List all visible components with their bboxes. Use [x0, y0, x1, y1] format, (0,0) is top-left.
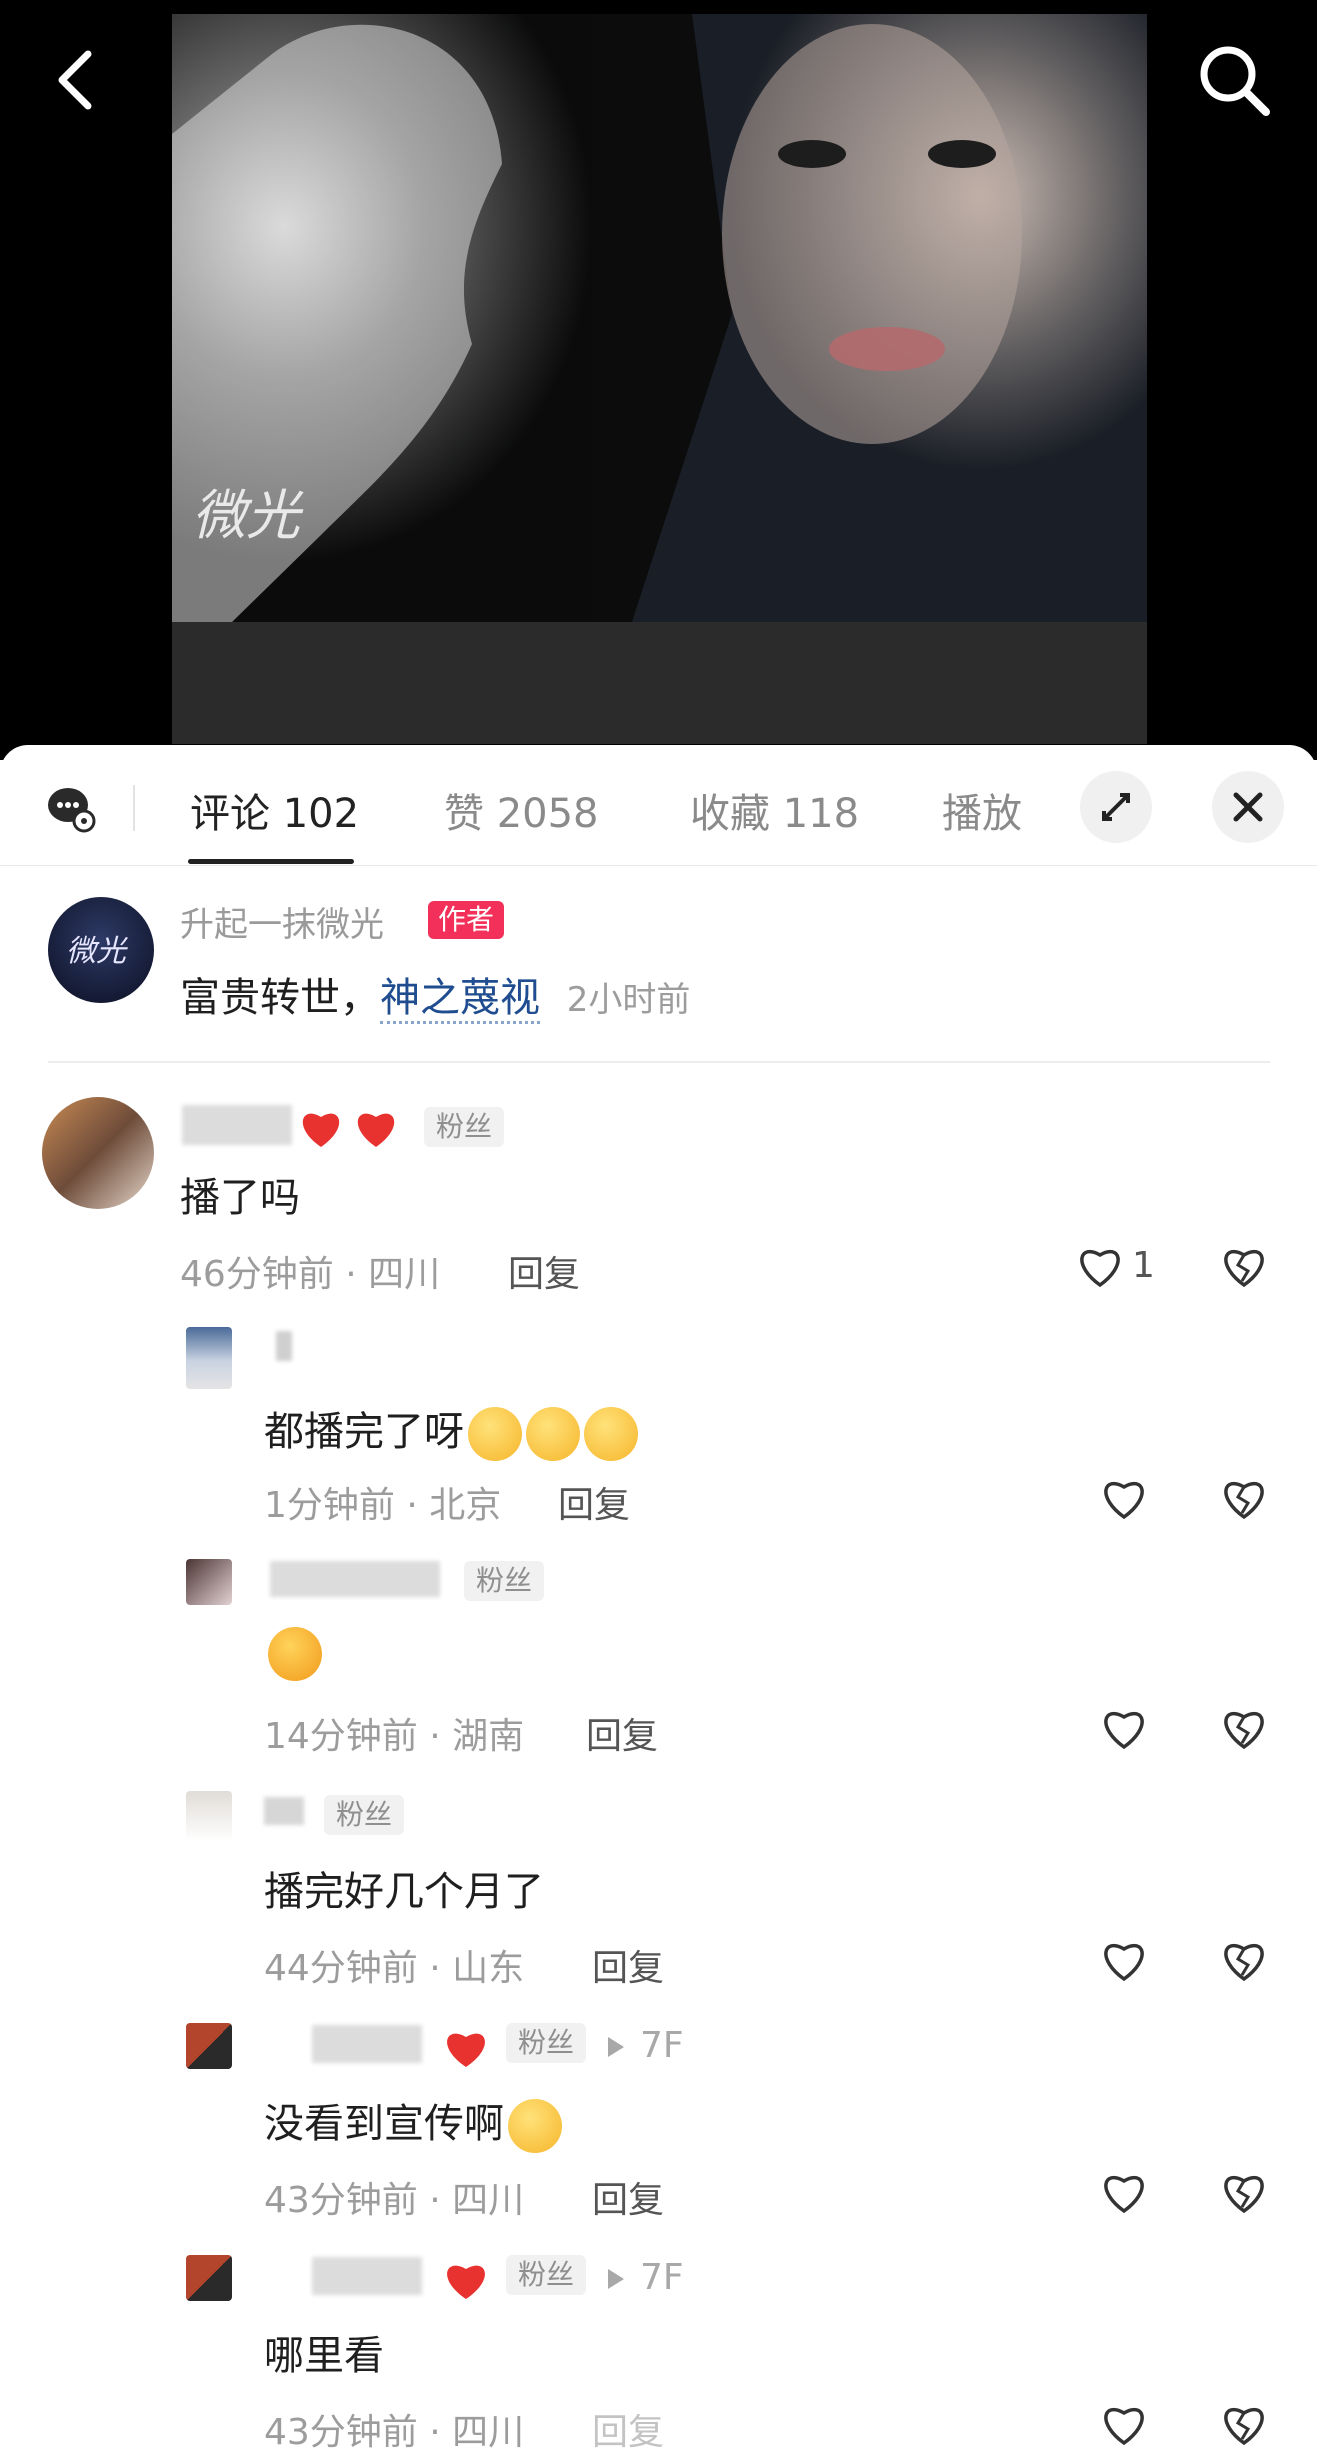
author-avatar[interactable]: 微光 [48, 897, 154, 1003]
tab-favorites[interactable]: 收藏 118 [690, 781, 859, 839]
floor-label: 7F [640, 2257, 684, 2298]
blurred-username[interactable] [276, 1331, 292, 1361]
fan-badge: 粉丝 [506, 2255, 587, 2295]
commenter-avatar[interactable] [42, 1097, 154, 1209]
fan-badge: 粉丝 [324, 1795, 405, 1835]
reply-avatar[interactable] [186, 2023, 232, 2069]
reply-text: 都播完了呀 [264, 1399, 638, 1461]
section-divider [48, 1061, 1270, 1063]
dislike-broken-heart-icon[interactable] [1218, 2399, 1270, 2449]
chevron-left-icon [58, 50, 92, 110]
blurred-username[interactable] [270, 1561, 440, 1597]
reply-button[interactable]: 回复 [586, 1707, 658, 1759]
reply-meta: 1分钟前 · 北京 [264, 1485, 502, 1526]
reply-avatar[interactable] [186, 1559, 232, 1605]
reply-meta: 44分钟前 · 山东 [264, 1948, 525, 1989]
reply-meta: 14分钟前 · 湖南 [264, 1716, 525, 1757]
reply-avatar[interactable] [186, 2255, 232, 2301]
reply-avatar[interactable] [186, 1327, 232, 1389]
tab-bar: 评论 102 赞 2058 收藏 118 播放 [0, 745, 1317, 866]
reply-meta: 43分钟前 · 四川 [264, 2412, 525, 2453]
like-heart-icon[interactable] [1098, 1703, 1150, 1753]
dislike-broken-heart-icon[interactable] [1218, 1473, 1270, 1523]
watermark-text: 微光 [192, 484, 304, 547]
svg-text:微光: 微光 [66, 934, 128, 969]
reply-button[interactable]: 回复 [558, 1476, 630, 1528]
dizzy-face-emoji [508, 2099, 562, 2153]
like-heart-icon[interactable] [1098, 1935, 1150, 1985]
comment-settings-icon[interactable] [46, 783, 98, 835]
search-icon [1200, 46, 1270, 116]
reply-text: 没看到宣传啊 [264, 2091, 562, 2153]
tab-plays[interactable]: 播放 [942, 781, 1022, 839]
heart-emoji-icon [302, 1113, 395, 1147]
crying-face-emoji [526, 1407, 580, 1461]
crying-face-emoji [584, 1407, 638, 1461]
play-triangle-icon [608, 2269, 624, 2289]
heart-emoji-icon [447, 2033, 485, 2067]
video-header: 微光 [0, 0, 1317, 760]
tab-comments[interactable]: 评论 102 [190, 781, 359, 839]
tab-divider [133, 785, 135, 831]
crying-face-emoji [468, 1407, 522, 1461]
author-name[interactable]: 升起一抹微光 [180, 897, 384, 946]
dislike-broken-heart-icon[interactable] [1218, 1241, 1270, 1291]
search-button[interactable] [1190, 36, 1280, 126]
topic-link[interactable]: 神之蔑视 [380, 975, 540, 1024]
reply-button[interactable]: 回复 [508, 1245, 580, 1297]
heart-emoji-icon [447, 2265, 485, 2299]
tab-likes[interactable]: 赞 2058 [444, 781, 599, 839]
blurred-username[interactable] [264, 1797, 304, 1825]
like-count: 1 [1132, 1245, 1155, 1286]
active-tab-indicator [188, 859, 354, 864]
dislike-broken-heart-icon[interactable] [1218, 1703, 1270, 1753]
author-badge: 作者 [428, 901, 505, 939]
author-comment-time: 2小时前 [566, 980, 691, 1020]
video-frame: 微光 [172, 14, 1147, 622]
reply-text-content: 没看到宣传啊 [264, 2101, 504, 2147]
like-heart-icon[interactable] [1098, 2167, 1150, 2217]
comment-meta: 46分钟前 · 四川 [180, 1254, 441, 1295]
play-triangle-icon [608, 2037, 624, 2057]
video-player[interactable]: 微光 [172, 14, 1147, 744]
like-heart-icon[interactable] [1074, 1241, 1126, 1291]
reply-text-content: 都播完了呀 [264, 1409, 464, 1455]
reply-avatar[interactable] [186, 1791, 232, 1841]
blurred-username[interactable] [312, 2025, 422, 2063]
close-button[interactable] [1212, 771, 1284, 843]
reply-meta: 43分钟前 · 四川 [264, 2180, 525, 2221]
reply-text: 哪里看 [264, 2333, 384, 2379]
portrait-artwork: 微光 [172, 14, 1147, 622]
author-comment-prefix: 富贵转世， [180, 975, 380, 1021]
blurred-username[interactable] [182, 1105, 292, 1145]
like-heart-icon[interactable] [1098, 1473, 1150, 1523]
reply-button[interactable]: 回复 [592, 2403, 664, 2455]
fan-badge: 粉丝 [464, 1561, 545, 1601]
author-comment-text: 富贵转世，神之蔑视 2小时前 [180, 965, 691, 1024]
back-button[interactable] [40, 40, 110, 120]
laughing-crying-emoji [268, 1627, 322, 1681]
reply-button[interactable]: 回复 [592, 1939, 664, 1991]
dislike-broken-heart-icon[interactable] [1218, 2167, 1270, 2217]
expand-icon [1102, 793, 1130, 821]
reply-button[interactable]: 回复 [592, 2171, 664, 2223]
fan-badge: 粉丝 [506, 2023, 587, 2063]
close-icon [1233, 792, 1263, 822]
reply-text: 播完好几个月了 [264, 1869, 544, 1915]
comment-text: 播了吗 [180, 1175, 300, 1221]
like-heart-icon[interactable] [1098, 2399, 1150, 2449]
dislike-broken-heart-icon[interactable] [1218, 1935, 1270, 1985]
fan-badge: 粉丝 [424, 1107, 505, 1147]
expand-button[interactable] [1080, 771, 1152, 843]
reply-text [264, 1627, 322, 1681]
blurred-username[interactable] [312, 2257, 422, 2295]
floor-label: 7F [640, 2025, 684, 2066]
comment-sheet: 评论 102 赞 2058 收藏 118 播放 微光 升起一抹微光 作者 富贵转… [0, 745, 1317, 2463]
